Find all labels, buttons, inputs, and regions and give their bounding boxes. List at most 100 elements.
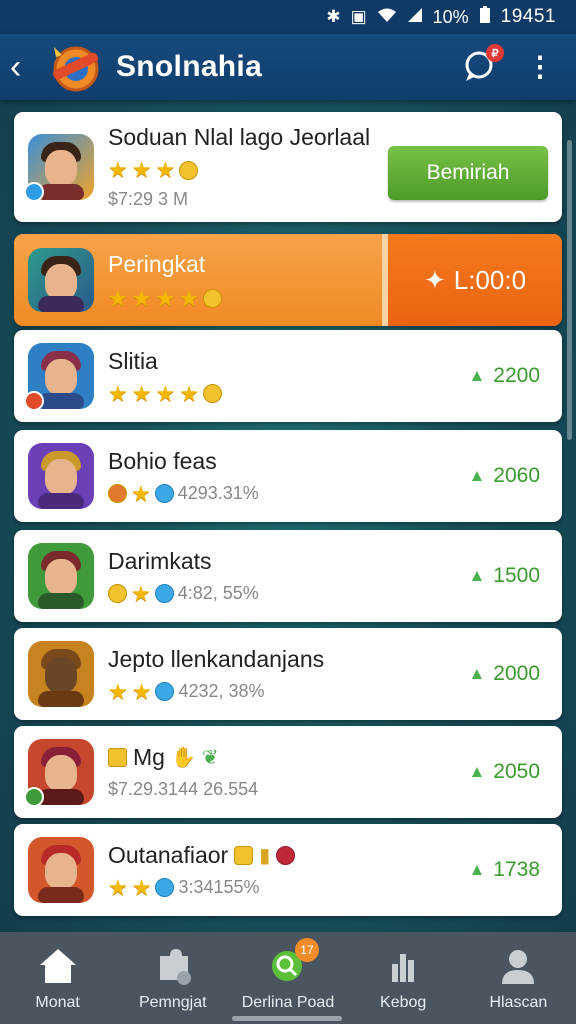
player-meta: 4232, 38% bbox=[178, 681, 265, 701]
score-value: 2060 bbox=[493, 464, 540, 487]
nav-label: Kebog bbox=[380, 994, 427, 1011]
back-arrow-icon[interactable]: ‹ bbox=[10, 50, 46, 84]
puzzle-icon bbox=[159, 949, 191, 985]
more-options-icon[interactable]: ⋮ bbox=[526, 53, 554, 81]
chest-icon bbox=[234, 845, 254, 865]
nav-item-profile[interactable]: Hlascan bbox=[461, 946, 576, 1012]
coin-icon bbox=[202, 384, 222, 403]
bottom-navigation: Monat Pemngjat 17 Derlina Poad Kebog Hla… bbox=[0, 932, 576, 1024]
home-icon bbox=[39, 949, 76, 983]
player-name: Outanafiaor bbox=[108, 841, 229, 868]
star-icon: ★ bbox=[155, 285, 176, 311]
nav-item-search[interactable]: 17 Derlina Poad bbox=[230, 938, 345, 1012]
my-rank-label: Peringkat bbox=[108, 250, 206, 277]
home-indicator[interactable] bbox=[232, 1016, 342, 1021]
score-value: 2200 bbox=[493, 364, 540, 387]
player-score: ▲ 1738 bbox=[468, 858, 540, 882]
token-icon bbox=[108, 748, 127, 767]
app-logo bbox=[46, 41, 106, 93]
arrow-up-icon: ▲ bbox=[468, 466, 486, 485]
avatar bbox=[24, 343, 94, 411]
list-item[interactable]: Slitia ★ ★ ★ ★ ▲ 2200 bbox=[14, 330, 562, 422]
rating: ★ 4293.31% bbox=[108, 482, 259, 505]
player-name: Slitia bbox=[108, 347, 158, 374]
list-item[interactable]: Mg ✋ ❦ $7.29.3144 26.554 ▲ 2050 bbox=[14, 726, 562, 818]
arrow-up-icon: ▲ bbox=[468, 566, 486, 585]
featured-card[interactable]: Soduan Nlal lago Jeorlaal ★ ★ ★ $7:29 3 … bbox=[14, 112, 562, 222]
battery-percent: 10% bbox=[432, 6, 469, 27]
gem-icon bbox=[154, 484, 174, 503]
player-score: ▲ 2050 bbox=[468, 760, 540, 784]
arrow-up-icon: ▲ bbox=[468, 762, 486, 781]
featured-price: $7:29 3 M bbox=[108, 189, 189, 209]
badge-icon bbox=[24, 391, 44, 411]
star-icon: ★ bbox=[131, 380, 152, 406]
list-item[interactable]: Outanafiaor ▮ ★ ★ 3:34155% ▲ 1738 bbox=[14, 824, 562, 916]
star-icon: ★ bbox=[108, 285, 128, 311]
nav-item-home[interactable]: Monat bbox=[0, 946, 115, 1012]
avatar bbox=[24, 134, 94, 202]
star-icon: ★ bbox=[131, 678, 152, 704]
my-rank-card[interactable]: Peringkat ★ ★ ★ ★ ✦ L:00:0 bbox=[14, 234, 562, 326]
rating: ★ ★ ★ ★ bbox=[108, 285, 222, 311]
battery-icon bbox=[479, 5, 491, 29]
my-score: ✦ L:00:0 bbox=[382, 234, 562, 326]
notification-badge: 17 bbox=[294, 938, 319, 962]
wifi-icon bbox=[377, 7, 397, 28]
coin-icon bbox=[108, 484, 127, 503]
profile-icon bbox=[502, 950, 535, 984]
claim-button[interactable]: Bemiriah bbox=[388, 146, 548, 200]
rating: ★ 4:82, 55% bbox=[108, 582, 259, 605]
player-name-row: Mg ✋ ❦ bbox=[108, 744, 258, 771]
bluetooth-icon: ✱ bbox=[326, 7, 341, 26]
chat-button[interactable]: ₽ bbox=[462, 44, 504, 84]
star-icon: ★ bbox=[131, 157, 152, 182]
badge-icon bbox=[24, 182, 44, 202]
list-item[interactable]: Darimkats ★ 4:82, 55% ▲ 1500 bbox=[14, 530, 562, 622]
coin-icon bbox=[202, 289, 222, 308]
star-icon: ★ bbox=[179, 285, 199, 311]
arrow-up-icon: ▲ bbox=[468, 664, 486, 683]
player-meta: 4:82, 55% bbox=[177, 583, 259, 603]
star-icon: ★ bbox=[108, 874, 128, 900]
my-score-value: L:00:0 bbox=[453, 264, 527, 295]
player-name: Mg bbox=[133, 744, 165, 770]
trophy-icon: ▮ bbox=[259, 844, 271, 867]
list-item[interactable]: Bohio feas ★ 4293.31% ▲ 2060 bbox=[14, 430, 562, 522]
nav-item-stats[interactable]: Kebog bbox=[346, 946, 461, 1012]
sparkle-icon: ✦ bbox=[423, 264, 446, 295]
star-icon: ★ bbox=[155, 157, 176, 182]
app-title: Snolnahia bbox=[116, 50, 263, 83]
featured-name: Soduan Nlal lago Jeorlaal bbox=[108, 124, 371, 150]
score-value: 1738 bbox=[493, 858, 540, 881]
nav-label: Derlina Poad bbox=[241, 994, 335, 1011]
player-score: ▲ 1500 bbox=[468, 564, 540, 588]
app-bar: ‹ Snolnahia ₽ ⋮ bbox=[0, 34, 576, 100]
arrow-up-icon: ▲ bbox=[468, 860, 486, 879]
nfc-icon: ▣ bbox=[350, 7, 367, 26]
player-score: ▲ 2060 bbox=[468, 464, 540, 488]
avatar bbox=[24, 739, 94, 807]
status-bar: ✱ ▣ 10% 19451 bbox=[0, 0, 576, 34]
player-name: Jepto llenkandanjans bbox=[108, 645, 325, 672]
avatar bbox=[28, 641, 94, 707]
list-item[interactable]: Jepto llenkandanjans ★ ★ 4232, 38% ▲ 200… bbox=[14, 628, 562, 720]
gem-icon bbox=[154, 584, 174, 603]
player-score: ▲ 2000 bbox=[468, 662, 540, 686]
chart-icon bbox=[392, 954, 415, 982]
star-icon: ★ bbox=[155, 380, 176, 406]
star-icon: ★ bbox=[131, 874, 152, 900]
badge-icon bbox=[24, 787, 44, 807]
leaf-icon: ❦ bbox=[201, 747, 219, 769]
player-name: Bohio feas bbox=[108, 447, 217, 474]
nav-item-ranking[interactable]: Pemngjat bbox=[115, 946, 230, 1012]
scrollbar[interactable] bbox=[567, 140, 572, 440]
player-name-row: Outanafiaor ▮ bbox=[108, 841, 296, 869]
signal-icon bbox=[407, 7, 423, 28]
star-icon: ★ bbox=[108, 678, 128, 704]
gem-icon bbox=[155, 878, 175, 897]
avatar bbox=[28, 248, 94, 312]
rating: ★ ★ 4232, 38% bbox=[108, 678, 324, 704]
hand-icon: ✋ bbox=[170, 747, 196, 769]
score-value: 1500 bbox=[493, 564, 540, 587]
